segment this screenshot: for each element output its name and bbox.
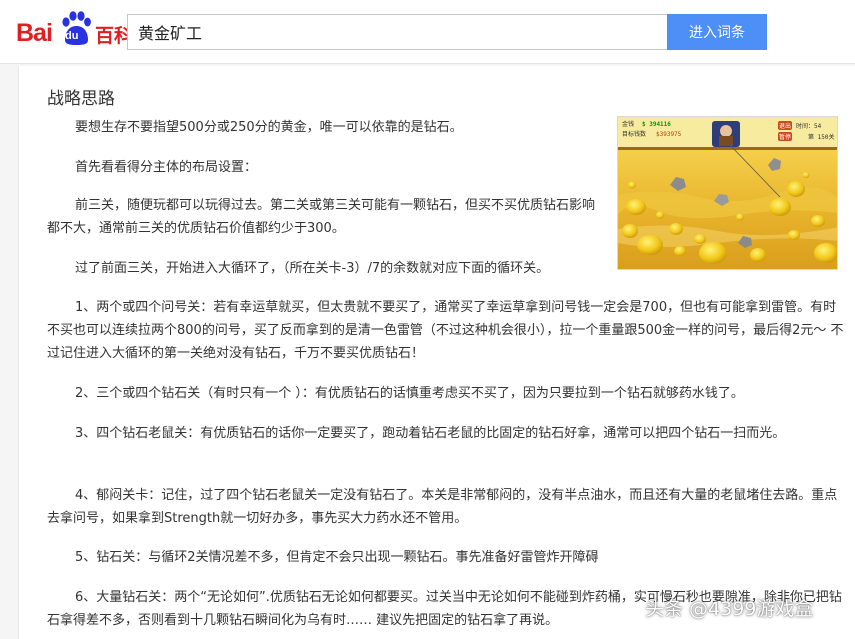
paragraph-first-three: 前三关，随便玩都可以玩得过去。第二关或第三关可能有一颗钻石，但买不买优质钻石影响…	[47, 198, 596, 236]
gold-miner-screenshot: 金钱 $ 394116 目标钱数 $393975 退出 时间：54 暂停 第 1…	[617, 116, 838, 270]
hud-pause-button: 暂停	[779, 133, 791, 141]
logo-bai-text: Bai	[16, 19, 53, 47]
baidu-baike-logo[interactable]: Bai du 百科	[16, 10, 133, 50]
hud-money-value: $ 394116	[642, 121, 671, 128]
section-title: 战略思路	[47, 89, 115, 109]
paragraph-layout: 首先看看得分主体的布局设置：	[75, 160, 258, 175]
article-content: 战略思路 金钱 $ 394116 目标钱数 $393975 退出 时间：54 暂…	[18, 66, 855, 639]
header-bar: Bai du 百科 进入词条	[0, 0, 855, 64]
paragraph-loop-1: 1、两个或四个问号关：若有幸运草就买，但太贵就不要买了，通常买了幸运草拿到问号钱…	[47, 300, 844, 361]
hud-level: 第 150关	[808, 133, 834, 141]
paragraph-loop-3: 3、四个钻石老鼠关：有优质钻石的话你一定要买了，跑动着钻石老鼠的比固定的钻石好拿…	[75, 426, 786, 441]
paragraph-loop-5: 5、钻石关：与循环2关情况差不多，但肯定不会只出现一颗钻石。事先准备好雷管炸开障…	[75, 550, 599, 565]
hud-money-label: 金钱	[622, 120, 634, 128]
paragraph-loop-2: 2、三个或四个钻石关（有时只有一个 ）：有优质钻石的话慎重考虑买不买了，因为只要…	[75, 386, 744, 401]
logo-du-text: du	[65, 30, 79, 42]
paragraph-loop-4: 4、郁闷关卡：记住，过了四个钻石老鼠关一定没有钻石了。本关是非常郁闷的，没有半点…	[47, 488, 838, 526]
enter-entry-button[interactable]: 进入词条	[667, 14, 767, 50]
hud-goal-value: $393975	[656, 131, 682, 138]
hud-goal-label: 目标钱数	[622, 130, 646, 138]
search-input[interactable]	[127, 14, 668, 50]
paragraph-intro: 要想生存不要指望500分或250分的黄金，唯一可以依靠的是钻石。	[75, 120, 463, 135]
paragraph-big-loop: 过了前面三关，开始进入大循环了，（所在关卡-3）/7的余数就对应下面的循环关。	[75, 261, 550, 276]
toutiao-watermark: 头条 @4399游戏盒	[645, 598, 814, 620]
hud-exit-button: 退出	[779, 122, 791, 130]
hud-time: 时间：54	[796, 122, 822, 130]
